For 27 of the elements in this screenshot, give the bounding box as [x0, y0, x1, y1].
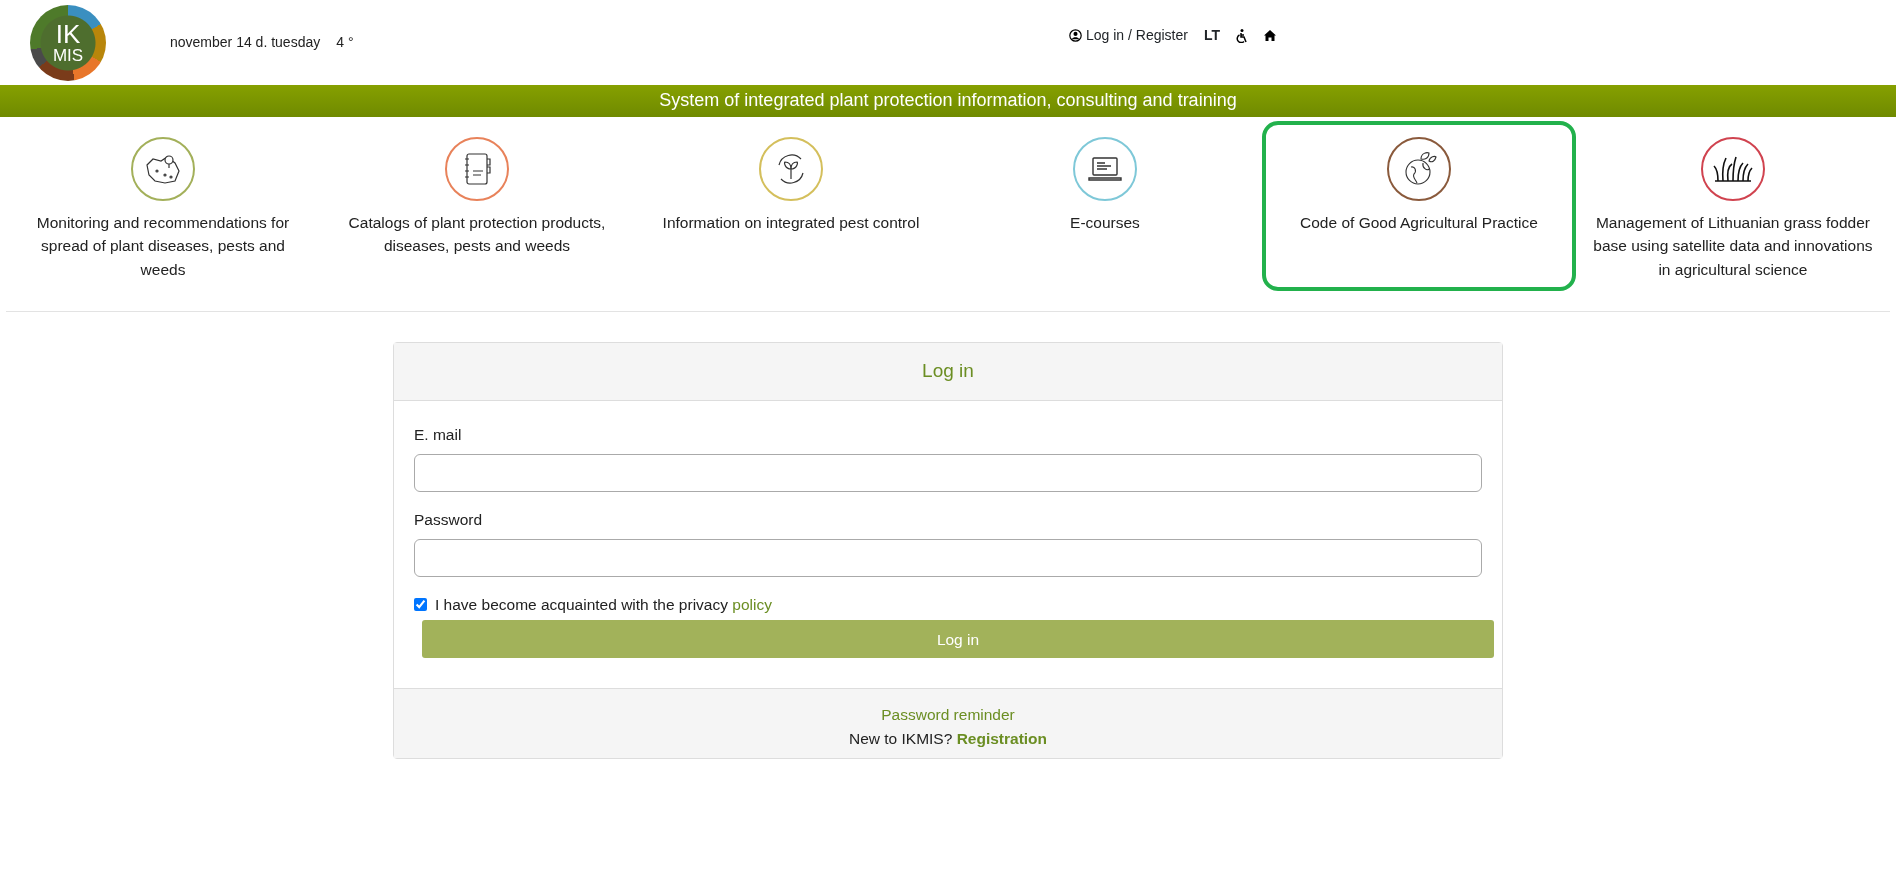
registration-text: New to IKMIS? Registration — [847, 728, 1049, 749]
category-link[interactable]: E-courses — [947, 121, 1262, 291]
laptop-icon — [1085, 154, 1124, 184]
password-reminder-link[interactable]: Password reminder — [881, 706, 1015, 724]
privacy-text: I have become acquainted with the privacy policy — [435, 595, 772, 615]
category-link[interactable]: Code of Good Agricultural Practice — [1261, 121, 1576, 291]
category-link[interactable]: Information on integrated pest control — [633, 121, 948, 291]
category-link[interactable]: Management of Lithuanian grass fodder base using satellite data and innovations in agricultural science — [1575, 121, 1890, 291]
email-label: E. mail — [414, 424, 462, 445]
accessibility-icon[interactable] — [1236, 28, 1248, 43]
email-field[interactable] — [414, 453, 1482, 492]
policy-link[interactable]: policy — [732, 596, 772, 613]
user-icon — [1068, 29, 1082, 42]
language-link[interactable]: LT — [1203, 25, 1220, 46]
banner-title: System of integrated plant protection information, consulting and training — [0, 85, 1896, 117]
category-link[interactable]: Monitoring and recommendations for spread of plant diseases, pests and weeds — [6, 121, 320, 291]
password-field[interactable] — [414, 539, 1482, 577]
logo[interactable]: IK MIS — [30, 4, 106, 81]
category-link[interactable]: Catalogs of plant protection products, diseases, pests and weeds — [320, 121, 634, 291]
home-icon[interactable] — [1264, 30, 1276, 41]
login-title: Log in — [394, 343, 1502, 401]
temperature-text: 4 ° — [336, 33, 354, 52]
date-text: november 14 d. tuesday — [169, 33, 321, 52]
login-register-link[interactable]: Log in / Register — [1068, 25, 1188, 46]
password-label: Password — [414, 509, 483, 530]
privacy-checkbox[interactable] — [414, 598, 427, 612]
grass-icon — [1711, 154, 1754, 184]
